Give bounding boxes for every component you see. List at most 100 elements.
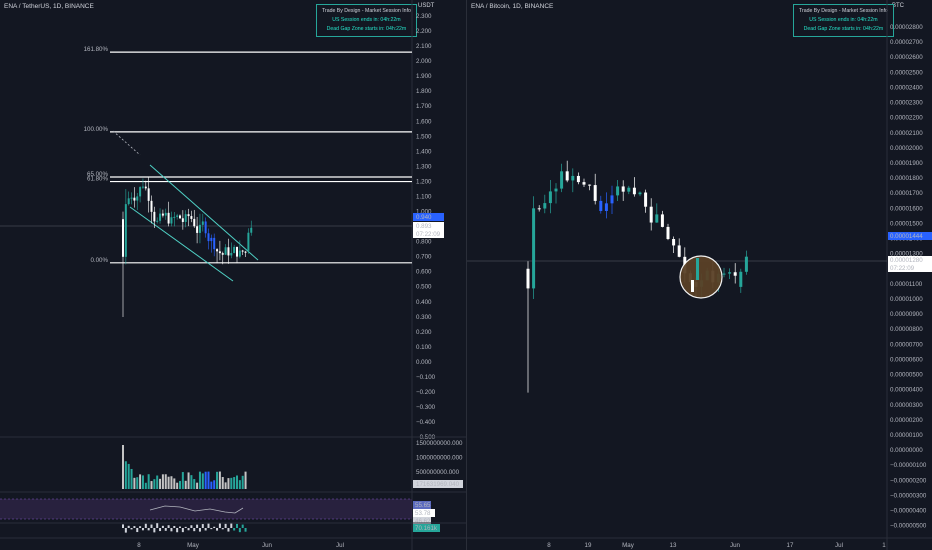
price-candle-body[interactable]	[733, 272, 737, 276]
price-candle-body[interactable]	[133, 197, 136, 201]
price-candle-body[interactable]	[127, 198, 130, 205]
highlight-circle[interactable]	[679, 255, 723, 299]
price-candle-body[interactable]	[236, 246, 238, 257]
price-candle-body[interactable]	[543, 203, 547, 209]
price-candle-body[interactable]	[122, 219, 124, 257]
price-candle-body[interactable]	[610, 195, 614, 204]
price-candle-body[interactable]	[604, 203, 608, 211]
price-candle-body[interactable]	[582, 182, 586, 185]
price-candle-body[interactable]	[554, 188, 558, 192]
price-candle-body[interactable]	[201, 221, 204, 225]
price-candle-body[interactable]	[198, 224, 201, 233]
left-chart-canvas[interactable]: 2.300 2.200 2.100 2.000 1.900 1.800 1.700 1.600…	[0, 0, 466, 550]
price-candle-body[interactable]	[156, 220, 159, 222]
osc-bar	[230, 523, 233, 528]
price-candle-body[interactable]	[170, 217, 173, 224]
left-y-tick-label: 1.300	[416, 163, 432, 170]
price-candle-body[interactable]	[179, 215, 181, 219]
price-candle-body[interactable]	[660, 214, 664, 227]
price-candle-body[interactable]	[150, 200, 153, 212]
price-candle-body[interactable]	[565, 171, 569, 181]
price-candle-body[interactable]	[218, 251, 221, 254]
price-candle-body[interactable]	[204, 221, 207, 234]
price-candle-body[interactable]	[526, 268, 530, 289]
price-candle-body[interactable]	[244, 251, 247, 253]
right-chart-pane[interactable]: ENA / Bitcoin, 1D, BINANCE BTC Trade By …	[467, 0, 932, 550]
price-candle-body[interactable]	[207, 233, 210, 242]
price-candle-body[interactable]	[672, 239, 676, 246]
price-candle-body[interactable]	[649, 206, 653, 223]
right-y-tick-label: 0.00001800	[890, 175, 923, 182]
price-candle-body[interactable]	[588, 184, 592, 186]
price-candle-body[interactable]	[176, 215, 179, 217]
left-chart-pane[interactable]: ENA / TetherUS, 1D, BINANCE USDT Trade B…	[0, 0, 466, 550]
price-candle-body[interactable]	[728, 272, 732, 274]
price-candle-body[interactable]	[184, 214, 187, 222]
right-chart-canvas[interactable]: 0.00002800 0.00002700 0.00002600 0.00002500…	[467, 0, 932, 550]
price-candle-body[interactable]	[147, 188, 150, 201]
price-candle-body[interactable]	[532, 208, 536, 289]
price-candle-body[interactable]	[666, 226, 670, 240]
left-y-tick-label: 1.200	[416, 178, 432, 185]
price-candle-body[interactable]	[621, 186, 625, 192]
price-candle-body[interactable]	[216, 249, 219, 252]
price-candle-body[interactable]	[638, 192, 642, 195]
price-candle-body[interactable]	[627, 187, 631, 192]
price-candle-body[interactable]	[164, 212, 167, 216]
price-candle-body[interactable]	[159, 213, 162, 221]
price-candle-body[interactable]	[196, 226, 199, 233]
channel-upper-line[interactable]	[149, 164, 259, 261]
left-x-tick-label: May	[187, 542, 200, 549]
price-candle-body[interactable]	[124, 204, 127, 257]
price-candle-body[interactable]	[233, 246, 236, 253]
price-candle-body[interactable]	[677, 245, 681, 257]
price-candle-body[interactable]	[616, 186, 620, 196]
price-candle-body[interactable]	[187, 214, 190, 217]
price-candle-body[interactable]	[213, 237, 216, 250]
price-candle-body[interactable]	[161, 213, 164, 216]
price-candle-body[interactable]	[548, 191, 552, 204]
price-candle-body[interactable]	[744, 256, 748, 272]
price-candle-body[interactable]	[210, 237, 213, 242]
osc-bar	[241, 524, 244, 528]
rsi-upper-tag: 55.65	[415, 502, 431, 509]
price-candle-body[interactable]	[599, 200, 603, 211]
price-candle-body[interactable]	[250, 227, 253, 233]
osc-bar	[244, 528, 247, 532]
channel-lower-line[interactable]	[129, 206, 234, 282]
price-candle-body[interactable]	[181, 218, 184, 222]
price-candle-body[interactable]	[247, 232, 250, 251]
price-candle-body[interactable]	[576, 175, 580, 183]
price-candle-body[interactable]	[173, 216, 176, 218]
price-candle-body[interactable]	[722, 273, 726, 275]
price-candle-body[interactable]	[144, 186, 147, 189]
price-candle-body[interactable]	[130, 197, 133, 199]
price-candle-body[interactable]	[167, 212, 170, 224]
price-candle-body[interactable]	[193, 218, 196, 227]
price-candle-body[interactable]	[655, 214, 659, 223]
volume-bar	[161, 474, 164, 489]
price-candle-body[interactable]	[224, 247, 227, 255]
price-candle-body[interactable]	[238, 250, 241, 257]
price-candle-body[interactable]	[139, 187, 142, 197]
price-candle-body[interactable]	[560, 171, 564, 189]
price-candle-body[interactable]	[632, 187, 636, 195]
volume-bar	[238, 480, 241, 489]
price-candle-body[interactable]	[227, 247, 230, 256]
price-candle-body[interactable]	[153, 211, 156, 222]
price-candle-body[interactable]	[241, 250, 244, 252]
price-candle-body[interactable]	[739, 271, 743, 287]
price-candle-body[interactable]	[141, 186, 144, 188]
price-candle-body[interactable]	[571, 175, 575, 181]
price-candle-body[interactable]	[221, 253, 224, 255]
volume-bar	[241, 475, 244, 489]
left-y-tick-label: 2.200	[416, 28, 432, 35]
price-candle-body[interactable]	[190, 216, 193, 219]
price-candle-body[interactable]	[537, 208, 541, 210]
price-candle-body[interactable]	[230, 252, 233, 256]
rsi-lower-tag: 46.62	[415, 518, 431, 525]
price-candle-body[interactable]	[136, 196, 139, 201]
rsi-band	[0, 499, 412, 519]
price-candle-body[interactable]	[593, 185, 597, 201]
price-candle-body[interactable]	[644, 192, 648, 207]
